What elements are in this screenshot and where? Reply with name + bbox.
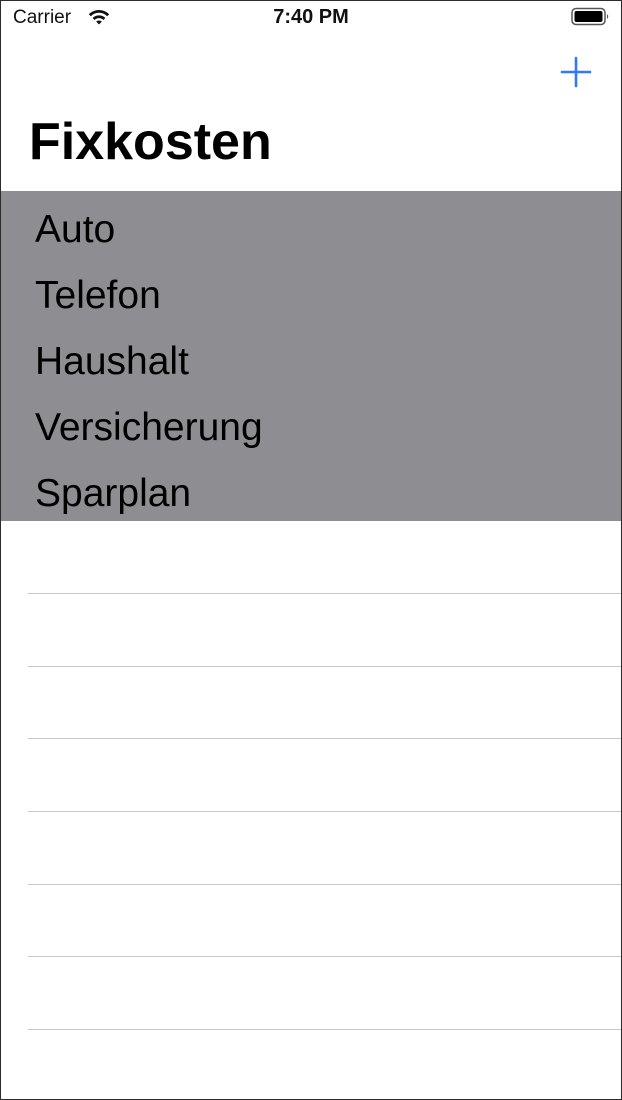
row-separator bbox=[28, 1029, 621, 1030]
page-title: Fixkosten bbox=[29, 113, 272, 171]
list-item-sparplan[interactable]: Sparplan bbox=[35, 472, 191, 516]
list-item-telefon[interactable]: Telefon bbox=[35, 274, 161, 318]
list-item-auto[interactable]: Auto bbox=[35, 208, 115, 252]
add-button[interactable] bbox=[559, 55, 593, 89]
battery-full-icon bbox=[571, 7, 609, 26]
row-separator bbox=[28, 738, 621, 739]
row-separator bbox=[28, 884, 621, 885]
row-separator bbox=[28, 593, 621, 594]
list-item-haushalt[interactable]: Haushalt bbox=[35, 340, 189, 384]
row-separator bbox=[28, 666, 621, 667]
list-item-versicherung[interactable]: Versicherung bbox=[35, 406, 263, 450]
row-separator bbox=[28, 811, 621, 812]
plus-icon bbox=[560, 56, 592, 88]
row-separator bbox=[28, 956, 621, 957]
status-time: 7:40 PM bbox=[273, 6, 349, 28]
status-bar: Carrier 7:40 PM bbox=[1, 0, 621, 34]
